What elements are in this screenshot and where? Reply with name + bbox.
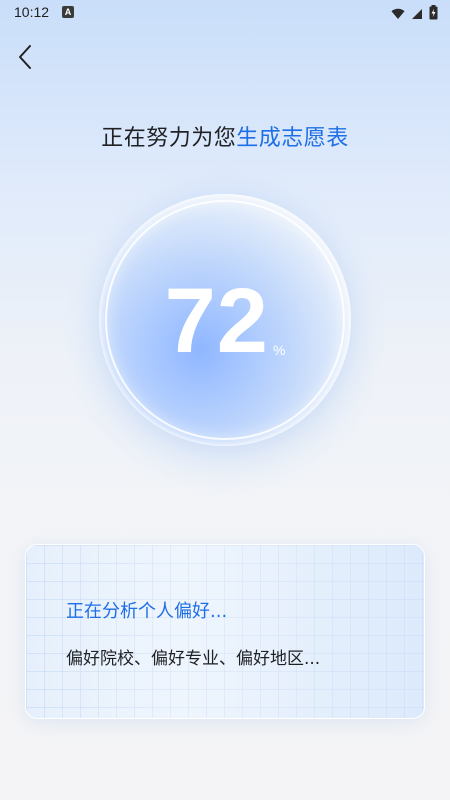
analysis-card-subtitle: 偏好院校、偏好专业、偏好地区...: [66, 649, 321, 669]
page-title-prefix: 正在努力为您: [101, 126, 237, 151]
status-bar: 10:12 A: [0, 0, 450, 26]
notification-a-icon: A: [62, 6, 74, 18]
analysis-card: 正在分析个人偏好... 偏好院校、偏好专业、偏好地区...: [25, 544, 425, 719]
status-icons: [391, 5, 438, 24]
signal-icon: [411, 5, 423, 24]
status-time: 10:12: [14, 4, 50, 20]
progress-unit: %: [272, 342, 286, 358]
progress-indicator: 72 %: [99, 194, 351, 446]
back-button[interactable]: [10, 44, 40, 74]
progress-value: 72: [164, 270, 269, 372]
chevron-left-icon: [16, 44, 34, 74]
page-title-highlight: 生成志愿表: [236, 126, 349, 151]
page-title: 正在努力为您生成志愿表: [0, 120, 450, 152]
battery-icon: [429, 5, 438, 24]
analysis-card-title: 正在分析个人偏好...: [66, 601, 228, 622]
wifi-icon: [391, 5, 405, 24]
